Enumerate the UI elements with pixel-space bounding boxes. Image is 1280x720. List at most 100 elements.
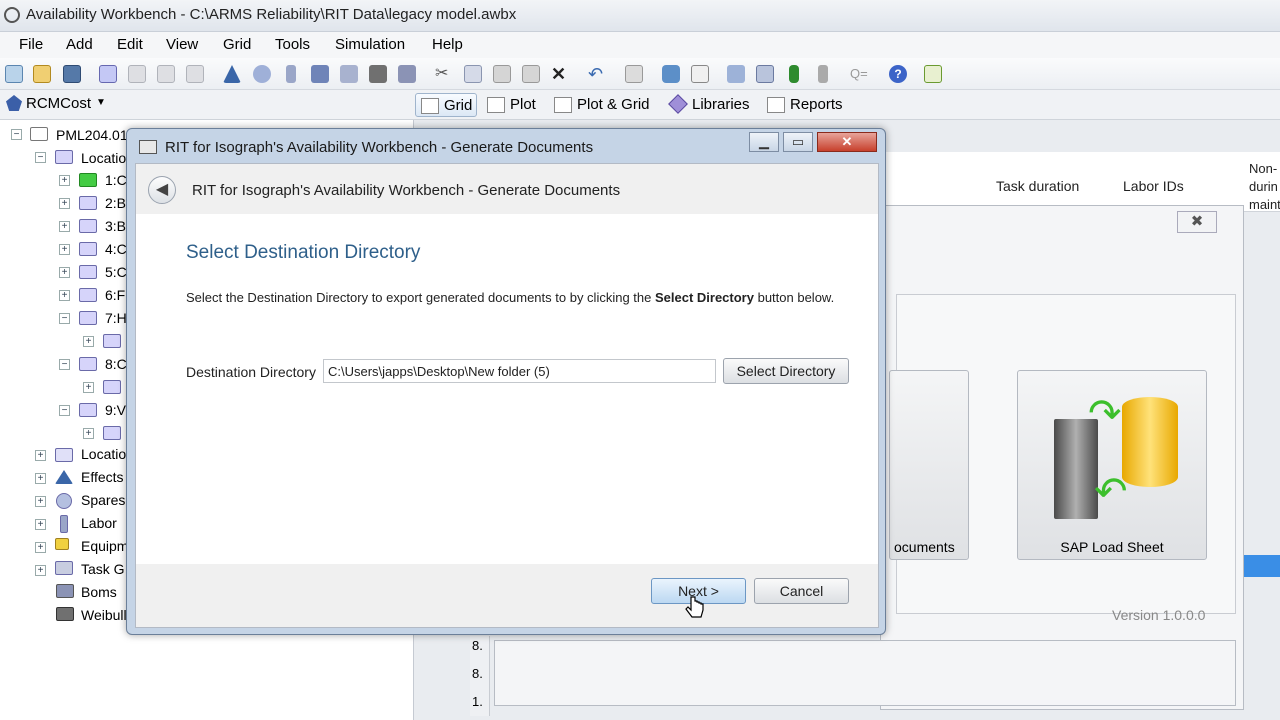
tree-item-labor[interactable]: Labor (81, 515, 117, 531)
tree-item-weibull[interactable]: Weibull (81, 607, 127, 623)
expand-icon[interactable]: + (35, 496, 46, 507)
add-sibling-icon[interactable] (157, 65, 175, 83)
calculator-icon[interactable] (691, 65, 709, 83)
add-node-icon[interactable] (99, 65, 117, 83)
generate-documents-card[interactable]: ocuments (889, 370, 969, 560)
menu-edit[interactable]: Edit (117, 36, 143, 53)
paste-special-icon[interactable] (522, 65, 540, 83)
collapse-icon[interactable]: − (35, 152, 46, 163)
tree-item[interactable]: 9:V (105, 402, 126, 418)
help-icon[interactable]: ? (889, 65, 907, 83)
menu-simulation[interactable]: Simulation (335, 36, 405, 53)
collapse-icon[interactable]: − (59, 359, 70, 370)
minimize-button[interactable]: ▁ (749, 132, 779, 152)
column-labor-ids[interactable]: Labor IDs (1123, 178, 1184, 194)
tree-item-task-groups[interactable]: Task G (81, 561, 125, 577)
delete-icon[interactable]: ✕ (551, 65, 569, 83)
tree-item[interactable]: 6:F (105, 287, 125, 303)
tree-item-locations-2[interactable]: Locatio (81, 446, 126, 462)
add-child-icon[interactable] (128, 65, 146, 83)
select-directory-button[interactable]: Select Directory (723, 358, 849, 384)
row-number: 1. (472, 694, 483, 709)
tab-grid[interactable]: Grid (415, 93, 477, 117)
collapse-icon[interactable]: − (59, 313, 70, 324)
tree-item-effects[interactable]: Effects (81, 469, 124, 485)
tab-reports[interactable]: Reports (762, 93, 848, 117)
profile-dropdown[interactable]: RCMCost (26, 95, 91, 112)
tree-item[interactable]: 2:B (105, 195, 126, 211)
query-icon[interactable]: Q= (850, 65, 868, 83)
tab-plot-grid[interactable]: Plot & Grid (549, 93, 659, 117)
sap-load-sheet-card[interactable]: ↷ ↶ SAP Load Sheet (1017, 370, 1207, 560)
expand-icon[interactable]: + (83, 382, 94, 393)
close-icon[interactable]: ✖ (1177, 211, 1217, 233)
menu-add[interactable]: Add (66, 36, 93, 53)
person-icon[interactable] (818, 65, 828, 83)
task-group-icon[interactable] (340, 65, 358, 83)
tree-item[interactable]: 3:B (105, 218, 126, 234)
schedule-icon[interactable] (756, 65, 774, 83)
collapse-icon[interactable]: − (59, 405, 70, 416)
copy-icon[interactable] (464, 65, 482, 83)
effect-warning-icon[interactable] (223, 65, 241, 83)
expand-icon[interactable]: + (83, 428, 94, 439)
properties-icon[interactable] (625, 65, 643, 83)
tree-item[interactable]: 5:C (105, 264, 127, 280)
tree-item[interactable]: 8:C (105, 356, 127, 372)
labor-person-icon[interactable] (286, 65, 296, 83)
expand-icon[interactable]: + (59, 244, 70, 255)
back-arrow-icon[interactable]: ◀ (148, 176, 176, 204)
tree-item-locations[interactable]: Locatio (81, 150, 126, 166)
add-item-icon[interactable] (186, 65, 204, 83)
menu-tools[interactable]: Tools (275, 36, 310, 53)
tree-item-spares[interactable]: Spares (81, 492, 125, 508)
expand-icon[interactable]: + (35, 519, 46, 530)
weibull-gears-icon[interactable] (398, 65, 416, 83)
boms-cube-icon[interactable] (369, 65, 387, 83)
expand-icon[interactable]: + (59, 267, 70, 278)
tab-libraries[interactable]: Libraries (664, 93, 756, 117)
open-folder-icon[interactable] (33, 65, 51, 83)
collapse-icon[interactable]: − (11, 129, 22, 140)
save-icon[interactable] (63, 65, 81, 83)
location-icon (79, 219, 97, 233)
expand-icon[interactable]: + (35, 450, 46, 461)
equipment-tool-icon[interactable] (311, 65, 329, 83)
expand-icon[interactable]: + (35, 542, 46, 553)
expand-icon[interactable]: + (35, 473, 46, 484)
menu-grid[interactable]: Grid (223, 36, 251, 53)
tree-item-equipment[interactable]: Equipm (81, 538, 128, 554)
expand-icon[interactable]: + (59, 198, 70, 209)
close-button[interactable]: ✕ (817, 132, 877, 152)
menu-help[interactable]: Help (432, 36, 463, 53)
tree-item-boms[interactable]: Boms (81, 584, 117, 600)
undo-icon[interactable]: ↶ (588, 65, 606, 83)
menu-file[interactable]: File (19, 36, 43, 53)
expand-icon[interactable]: + (59, 221, 70, 232)
spares-gear-icon[interactable] (253, 65, 271, 83)
tree-item[interactable]: 4:C (105, 241, 127, 257)
maximize-button[interactable]: ▭ (783, 132, 813, 152)
tree-root-label[interactable]: PML204.01 (56, 127, 128, 143)
report-icon[interactable] (924, 65, 942, 83)
destination-directory-field[interactable]: C:\Users\japps\Desktop\New folder (5) (323, 359, 716, 383)
paste-icon[interactable] (493, 65, 511, 83)
tree-item[interactable]: 7:H (105, 310, 127, 326)
expand-icon[interactable]: + (59, 175, 70, 186)
cut-icon[interactable]: ✂ (435, 65, 453, 83)
expand-icon[interactable]: + (83, 336, 94, 347)
tab-plot[interactable]: Plot (482, 93, 544, 117)
tree-item[interactable]: 1:C (105, 172, 127, 188)
chevron-down-icon[interactable]: ▼ (96, 97, 106, 108)
database-icon[interactable] (662, 65, 680, 83)
column-task-duration[interactable]: Task duration (996, 178, 1079, 194)
import-icon[interactable] (727, 65, 745, 83)
menu-view[interactable]: View (166, 36, 198, 53)
column-non-during-maint[interactable]: Non- durin maint (1249, 160, 1280, 214)
expand-icon[interactable]: + (59, 290, 70, 301)
expand-icon[interactable]: + (35, 565, 46, 576)
cancel-button[interactable]: Cancel (754, 578, 849, 604)
new-icon[interactable] (5, 65, 23, 83)
traffic-light-icon[interactable] (789, 65, 799, 83)
selected-cell[interactable] (1240, 555, 1280, 577)
